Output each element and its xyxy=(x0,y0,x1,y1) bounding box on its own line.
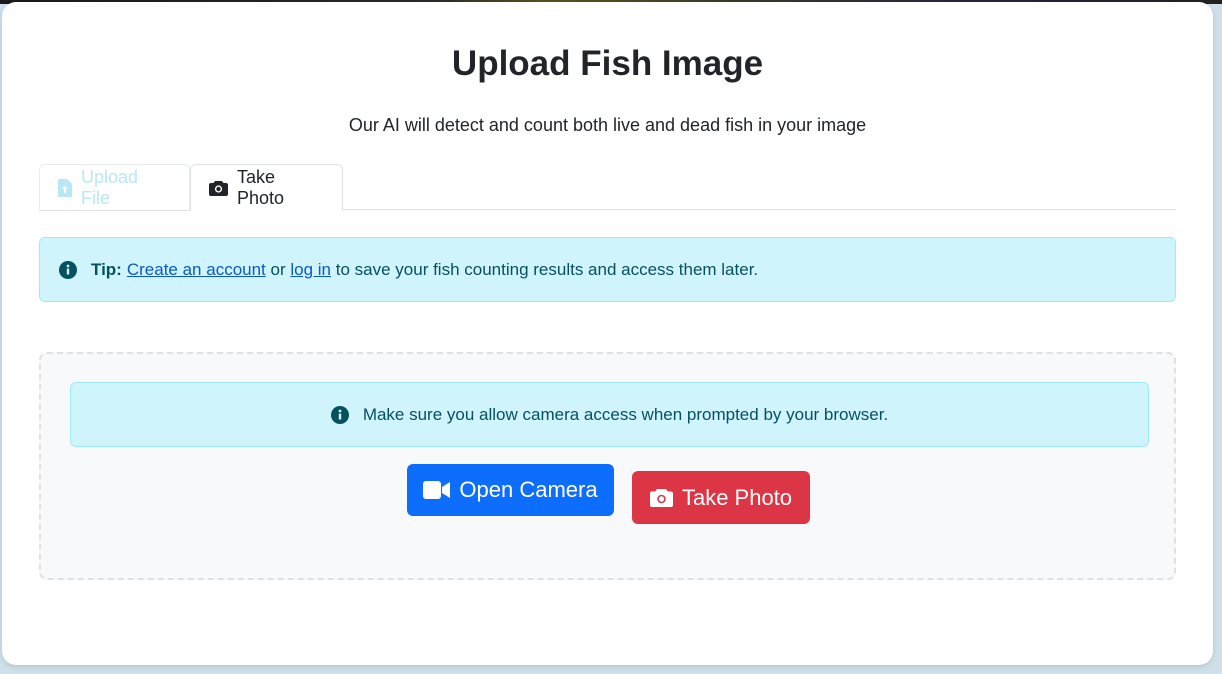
camera-permission-notice: Make sure you allow camera access when p… xyxy=(70,382,1149,447)
login-link[interactable]: log in xyxy=(290,260,331,280)
video-camera-icon xyxy=(423,481,451,499)
tab-upload-file-label: Upload File xyxy=(81,166,139,208)
upload-tabs: Upload File Take Photo xyxy=(39,164,1176,211)
page-title: Upload Fish Image xyxy=(451,44,764,83)
file-upload-icon xyxy=(58,178,72,197)
page-subtitle: Our AI will detect and count both live a… xyxy=(348,115,867,135)
tip-rest-text: to save your fish counting results and a… xyxy=(335,259,759,279)
camera-notice-text: Make sure you allow camera access when p… xyxy=(362,404,889,424)
info-circle-icon xyxy=(59,260,77,279)
take-photo-label: Take Photo xyxy=(681,484,793,510)
upload-card: Upload Fish Image Our AI will detect and… xyxy=(2,2,1213,665)
tip-alert: Tip: Create an account or log in to save… xyxy=(39,237,1176,302)
camera-panel: Make sure you allow camera access when p… xyxy=(39,352,1176,580)
open-camera-button[interactable]: Open Camera xyxy=(407,464,614,516)
tab-upload-file[interactable]: Upload File xyxy=(39,164,190,211)
take-photo-button[interactable]: Take Photo xyxy=(632,471,810,524)
tip-label: Tip: xyxy=(91,259,122,279)
create-account-link[interactable]: Create an account xyxy=(127,260,266,280)
tab-take-photo-label: Take Photo xyxy=(237,166,285,208)
camera-icon xyxy=(649,488,673,507)
open-camera-label: Open Camera xyxy=(459,477,598,502)
info-circle-icon xyxy=(330,405,349,424)
camera-icon xyxy=(209,180,228,196)
tip-or-text: or xyxy=(270,259,286,279)
tab-take-photo[interactable]: Take Photo xyxy=(190,164,343,211)
